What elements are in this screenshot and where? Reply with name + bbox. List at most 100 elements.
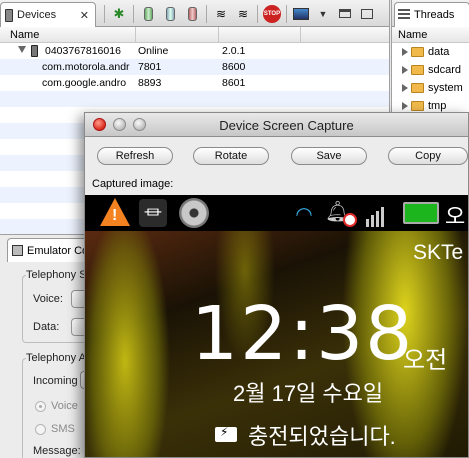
- tab-devices-label: Devices: [17, 9, 57, 21]
- toolbar-separator: [286, 4, 287, 23]
- folder-icon: [411, 47, 424, 57]
- process-pid: 8893: [138, 77, 162, 89]
- device-state: Online: [138, 45, 169, 57]
- tab-threads[interactable]: Threads: [394, 2, 469, 27]
- folder-name: system: [428, 82, 463, 94]
- carrier-name: SKTe: [413, 241, 464, 264]
- lock-clock: 12:38: [191, 291, 415, 377]
- dump-hprof-icon[interactable]: [160, 4, 180, 24]
- folder-icon: [411, 83, 424, 93]
- phone-status-bar: ! ⏛ ◠ 🔔︎ 오: [85, 195, 468, 231]
- folder-row-system[interactable]: system: [392, 79, 469, 97]
- devices-tabbar: Devices ✕ ✱ ≋ ≋ STOP ▼: [0, 0, 389, 27]
- toolbar-separator: [104, 4, 105, 23]
- process-row[interactable]: com.motorola.andr 7801 8600: [0, 59, 389, 75]
- dialog-title: Device Screen Capture: [219, 118, 354, 133]
- voice-label: Voice:: [33, 293, 63, 305]
- start-method-profiling-icon[interactable]: ≋: [233, 4, 253, 24]
- expand-triangle-icon[interactable]: [402, 84, 408, 92]
- folder-name: tmp: [428, 100, 447, 112]
- update-heap-icon[interactable]: [138, 4, 158, 24]
- am-pm-label: 오전: [403, 347, 448, 374]
- telephony-status-label: Telephony S: [26, 269, 89, 281]
- save-button[interactable]: Save: [291, 147, 367, 165]
- captured-screen-image: SKTe 12:38 오전 2월 17일 수요일 충전되었습니다.: [85, 231, 468, 457]
- incoming-label: Incoming: [33, 375, 78, 387]
- rotate-button[interactable]: Rotate: [193, 147, 269, 165]
- charging-icon: [215, 425, 237, 442]
- threads-tabbar: Threads: [392, 0, 469, 27]
- stop-process-icon[interactable]: STOP: [262, 4, 282, 24]
- process-pid: 7801: [138, 61, 162, 73]
- wifi-icon: ◠: [295, 204, 313, 226]
- signal-icon: [366, 201, 394, 227]
- folder-row-sdcard[interactable]: sdcard: [392, 61, 469, 79]
- lock-date: 2월 17일 수요일: [233, 381, 384, 406]
- mute-icon: [343, 213, 357, 227]
- column-divider: [135, 27, 136, 43]
- devices-toolbar: ✱ ≋ ≋ STOP ▼: [102, 3, 377, 24]
- phone-icon: [31, 45, 38, 57]
- folder-icon: [411, 65, 424, 75]
- disc-icon: [179, 198, 209, 228]
- folder-name: data: [428, 46, 450, 58]
- toolbar-separator: [257, 4, 258, 23]
- folder-icon: [411, 101, 424, 111]
- device-serial: 0403767816016: [45, 45, 121, 57]
- debug-process-icon[interactable]: ✱: [109, 4, 129, 24]
- emulator-control-view: Emulator Control Telephony S Voice: Data…: [0, 234, 97, 458]
- expand-triangle-icon[interactable]: [18, 46, 26, 53]
- dialog-titlebar[interactable]: Device Screen Capture: [85, 113, 468, 137]
- sms-radio-label: SMS: [51, 423, 75, 435]
- update-threads-icon[interactable]: ≋: [211, 4, 231, 24]
- sms-radio[interactable]: [35, 424, 46, 435]
- voice-radio[interactable]: [35, 401, 46, 412]
- voice-radio-label: Voice: [51, 400, 78, 412]
- refresh-button[interactable]: Refresh: [97, 147, 173, 165]
- tab-devices[interactable]: Devices ✕: [0, 2, 96, 27]
- emulator-icon: [12, 245, 23, 256]
- threads-icon: [398, 9, 410, 21]
- column-divider: [218, 27, 219, 43]
- telephony-actions-label: Telephony A: [26, 352, 88, 364]
- data-label: Data:: [33, 321, 60, 333]
- captured-image-label: Captured image:: [92, 178, 174, 190]
- column-divider: [300, 27, 301, 43]
- view-menu-icon[interactable]: ▼: [313, 4, 333, 24]
- screen-capture-icon[interactable]: [291, 4, 311, 24]
- process-row[interactable]: com.google.andro 8893 8601: [0, 75, 389, 91]
- threads-column-header[interactable]: Name: [392, 27, 469, 43]
- cause-gc-icon[interactable]: [182, 4, 202, 24]
- warning-mark: !: [112, 207, 118, 224]
- process-port: 8601: [222, 77, 246, 89]
- device-row[interactable]: 0403767816016 Online 2.0.1: [0, 43, 389, 59]
- expand-triangle-icon[interactable]: [402, 102, 408, 110]
- toolbar-separator: [206, 4, 207, 23]
- column-name: Name: [10, 29, 40, 41]
- device-screen-capture-dialog: Device Screen Capture Refresh Rotate Sav…: [84, 112, 469, 458]
- message-label: Message:: [33, 445, 81, 457]
- tab-threads-label: Threads: [414, 9, 455, 21]
- folder-row-data[interactable]: data: [392, 43, 469, 61]
- charging-message: 충전되었습니다.: [248, 424, 396, 449]
- process-port: 8600: [222, 61, 246, 73]
- process-name: com.google.andro: [42, 77, 127, 89]
- copy-button[interactable]: Copy: [388, 147, 468, 165]
- maximize-icon[interactable]: [357, 4, 377, 24]
- expand-triangle-icon[interactable]: [402, 48, 408, 56]
- status-bar-text: 오: [445, 204, 466, 229]
- close-icon[interactable]: ✕: [80, 9, 89, 22]
- device-icon: [5, 8, 13, 22]
- toolbar-separator: [133, 4, 134, 23]
- device-version: 2.0.1: [222, 45, 246, 57]
- devices-column-header[interactable]: Name: [0, 27, 389, 43]
- empty-row: [0, 91, 389, 107]
- battery-icon: [403, 202, 439, 224]
- folder-name: sdcard: [428, 64, 462, 76]
- expand-triangle-icon[interactable]: [402, 66, 408, 74]
- process-name: com.motorola.andr: [42, 61, 130, 73]
- usb-icon: ⏛: [139, 199, 167, 227]
- threads-column-name: Name: [398, 29, 428, 41]
- minimize-icon[interactable]: [335, 4, 355, 24]
- bell-icon: 🔔︎: [325, 201, 351, 223]
